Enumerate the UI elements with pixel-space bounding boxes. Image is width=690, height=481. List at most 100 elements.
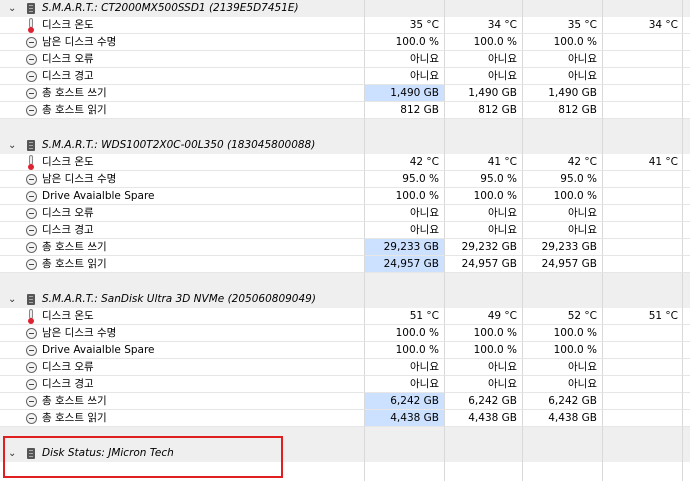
sensor-name-cell: 디스크 오류	[0, 51, 365, 68]
value-cell-4	[603, 119, 683, 137]
sensor-row[interactable]: 디스크 오류 아니요 아니요 아니요	[0, 51, 690, 68]
value-cell-3: 아니요	[523, 68, 603, 85]
gauge-icon	[26, 174, 37, 185]
chevron-down-icon[interactable]: ⌄	[8, 291, 20, 308]
value-cell-3: 아니요	[523, 205, 603, 222]
gauge-icon	[26, 362, 37, 373]
value-cell-4	[603, 188, 683, 205]
value-cell-1: 100.0 %	[365, 342, 445, 359]
value-cell-3: 35 °C	[523, 17, 603, 34]
value-cell-5	[683, 205, 690, 222]
sensor-name-cell: 남은 디스크 수명	[0, 325, 365, 342]
sensor-row[interactable]: 남은 디스크 수명 100.0 % 100.0 % 100.0 %	[0, 325, 690, 342]
value-cell-2	[445, 291, 523, 308]
value-cell-4	[603, 222, 683, 239]
chevron-down-icon[interactable]: ⌄	[8, 0, 20, 17]
value-cell-5	[683, 0, 690, 17]
sensor-row[interactable]: 디스크 오류 아니요 아니요 아니요	[0, 359, 690, 376]
sensor-row[interactable]: 총 호스트 읽기 812 GB 812 GB 812 GB	[0, 102, 690, 119]
sensor-label: 총 호스트 읽기	[42, 258, 107, 270]
sensor-row[interactable]: 디스크 경고 아니요 아니요 아니요	[0, 222, 690, 239]
sensor-row[interactable]: 남은 디스크 수명 100.0 % 100.0 % 100.0 %	[0, 34, 690, 51]
gauge-icon	[26, 379, 37, 390]
value-cell-5	[683, 137, 690, 154]
value-cell-1: 아니요	[365, 51, 445, 68]
value-cell-2: 812 GB	[445, 102, 523, 119]
value-cell-5	[683, 291, 690, 308]
sensor-name-cell: 남은 디스크 수명	[0, 34, 365, 51]
sensor-name-cell: 디스크 경고	[0, 376, 365, 393]
value-cell-2	[445, 445, 523, 462]
value-cell-3: 29,233 GB	[523, 239, 603, 256]
value-cell-2	[445, 119, 523, 137]
sensor-row[interactable]: 총 호스트 읽기 24,957 GB 24,957 GB 24,957 GB	[0, 256, 690, 273]
chevron-down-icon[interactable]: ⌄	[8, 137, 20, 154]
sensor-row[interactable]: 디스크 온도 51 °C 49 °C 52 °C 51 °C	[0, 308, 690, 325]
sensor-row[interactable]: Drive Avaialble Spare 100.0 % 100.0 % 100.0…	[0, 188, 690, 205]
value-cell-5	[683, 410, 690, 427]
gauge-icon	[26, 54, 37, 65]
value-cell-3: 6,242 GB	[523, 393, 603, 410]
gauge-icon	[26, 191, 37, 202]
sensor-name-cell: 총 호스트 읽기	[0, 102, 365, 119]
gauge-icon	[26, 396, 37, 407]
sensor-name-cell	[0, 119, 365, 137]
value-cell-1: 아니요	[365, 376, 445, 393]
value-cell-2	[445, 0, 523, 17]
sensor-name-cell: Drive Avaialble Spare	[0, 342, 365, 359]
value-cell-5	[683, 85, 690, 102]
gauge-icon	[26, 259, 37, 270]
value-cell-4	[603, 51, 683, 68]
sensor-row[interactable]: 총 호스트 쓰기 29,233 GB 29,232 GB 29,233 GB	[0, 239, 690, 256]
sensor-row[interactable]: 디스크 오류 아니요 아니요 아니요	[0, 205, 690, 222]
sensor-row[interactable]: 총 호스트 읽기 4,438 GB 4,438 GB 4,438 GB	[0, 410, 690, 427]
sensor-row[interactable]: 디스크 온도 42 °C 41 °C 42 °C 41 °C	[0, 154, 690, 171]
value-cell-5	[683, 51, 690, 68]
value-cell-5	[683, 427, 690, 445]
section-header[interactable]: ⌄ S.M.A.R.T.: SanDisk Ultra 3D NVMe (2050…	[0, 291, 690, 308]
value-cell-4	[603, 85, 683, 102]
sensor-row[interactable]: 디스크 경고 아니요 아니요 아니요	[0, 68, 690, 85]
section-header[interactable]: ⌄ S.M.A.R.T.: WDS100T2X0C-00L350 (1830458…	[0, 137, 690, 154]
section-spacer	[0, 119, 690, 137]
value-cell-2: 아니요	[445, 51, 523, 68]
value-cell-3	[523, 445, 603, 462]
sensor-row[interactable]: 디스크 경고 아니요 아니요 아니요	[0, 376, 690, 393]
sensor-label: 남은 디스크 수명	[42, 327, 117, 339]
gauge-icon	[26, 37, 37, 48]
value-cell-2: 100.0 %	[445, 188, 523, 205]
value-cell-5	[683, 256, 690, 273]
sensor-row[interactable]: 총 호스트 쓰기 6,242 GB 6,242 GB 6,242 GB	[0, 393, 690, 410]
section-header[interactable]: ⌄ Disk Status: JMicron Tech	[0, 445, 690, 462]
sensor-name-cell: 디스크 오류	[0, 205, 365, 222]
disk-icon	[27, 448, 35, 459]
value-cell-1: 42 °C	[365, 154, 445, 171]
sensor-label: 디스크 경고	[42, 224, 94, 236]
value-cell-4	[603, 0, 683, 17]
value-cell-4	[603, 68, 683, 85]
value-cell-1: 아니요	[365, 359, 445, 376]
value-cell-2: 34 °C	[445, 17, 523, 34]
sensor-row[interactable]: Drive Avaialble Spare 100.0 % 100.0 % 100.0…	[0, 342, 690, 359]
value-cell-3	[523, 427, 603, 445]
value-cell-4	[603, 376, 683, 393]
section-header[interactable]: ⌄ S.M.A.R.T.: CT2000MX500SSD1 (2139E5D745…	[0, 0, 690, 17]
sensor-row[interactable]: 총 호스트 쓰기 1,490 GB 1,490 GB 1,490 GB	[0, 85, 690, 102]
value-cell-5	[683, 359, 690, 376]
chevron-down-icon[interactable]: ⌄	[8, 445, 20, 462]
value-cell-5	[683, 188, 690, 205]
sensor-row[interactable]: 디스크 온도 35 °C 34 °C 35 °C 34 °C	[0, 17, 690, 34]
value-cell-3: 1,490 GB	[523, 85, 603, 102]
section-spacer	[0, 427, 690, 445]
sensor-row[interactable]: 남은 디스크 수명 95.0 % 95.0 % 95.0 %	[0, 171, 690, 188]
gauge-icon	[26, 88, 37, 99]
value-cell-1	[365, 427, 445, 445]
sensor-name-cell	[0, 273, 365, 291]
thermometer-icon	[28, 155, 34, 170]
sensor-label: 총 호스트 읽기	[42, 412, 107, 424]
value-cell-2: 49 °C	[445, 308, 523, 325]
sensor-label: 총 호스트 쓰기	[42, 395, 107, 407]
value-cell-2	[445, 273, 523, 291]
gauge-icon	[26, 242, 37, 253]
value-cell-1: 1,490 GB	[365, 85, 445, 102]
